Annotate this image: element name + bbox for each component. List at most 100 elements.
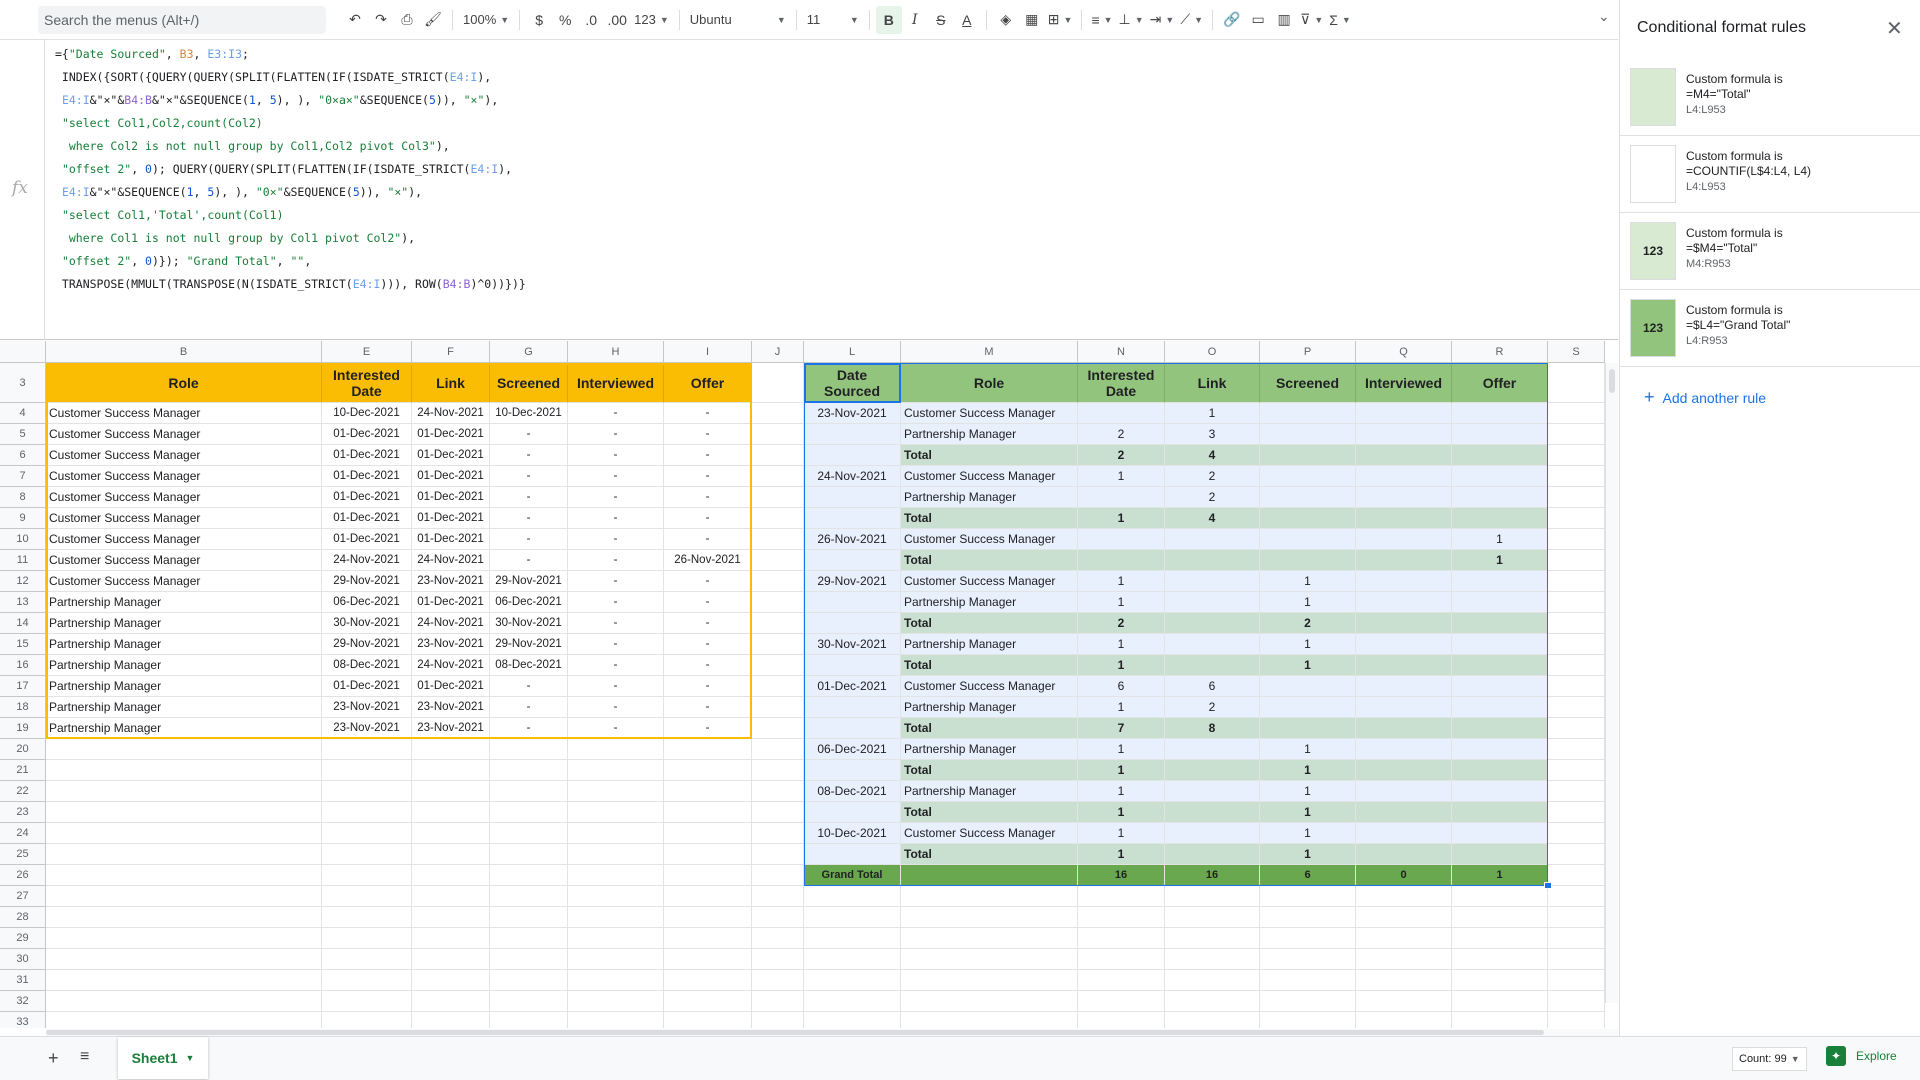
right-table-cell[interactable]: [1260, 445, 1356, 466]
right-table-cell[interactable]: [1356, 844, 1452, 865]
left-table-cell[interactable]: Partnership Manager: [46, 676, 322, 697]
left-table-cell[interactable]: -: [568, 571, 664, 592]
grid-cell[interactable]: [804, 991, 901, 1012]
right-table-cell[interactable]: 2: [1078, 445, 1165, 466]
left-table-cell[interactable]: 01-Dec-2021: [322, 424, 412, 445]
left-table-header[interactable]: Link: [412, 363, 490, 403]
left-table-header[interactable]: Offer: [664, 363, 752, 403]
left-table-cell[interactable]: -: [490, 697, 568, 718]
right-table-cell[interactable]: [1356, 508, 1452, 529]
grid-cell[interactable]: [901, 1012, 1078, 1028]
grid-cell[interactable]: [752, 508, 804, 529]
grid-cell[interactable]: [412, 865, 490, 886]
grid-cell[interactable]: [46, 949, 322, 970]
right-table-cell[interactable]: [1165, 613, 1260, 634]
left-table-header[interactable]: Screened: [490, 363, 568, 403]
grid-cell[interactable]: [1260, 949, 1356, 970]
left-table-cell[interactable]: 01-Dec-2021: [412, 508, 490, 529]
right-table-cell[interactable]: 1: [1078, 466, 1165, 487]
left-table-cell[interactable]: 24-Nov-2021: [412, 655, 490, 676]
right-table-cell[interactable]: 10-Dec-2021: [804, 823, 901, 844]
grid-cell[interactable]: [490, 865, 568, 886]
vertical-align-icon[interactable]: ⊥ ▼: [1116, 6, 1147, 34]
column-header-j[interactable]: J: [752, 341, 804, 363]
grid-cell[interactable]: [568, 907, 664, 928]
left-table-cell[interactable]: Partnership Manager: [46, 613, 322, 634]
grid-cell[interactable]: [568, 844, 664, 865]
grid-cell[interactable]: [1548, 508, 1605, 529]
grid-cell[interactable]: [1548, 466, 1605, 487]
explore-button[interactable]: ✦ Explore: [1826, 1046, 1897, 1066]
right-table-cell[interactable]: [804, 487, 901, 508]
grid-cell[interactable]: [1452, 970, 1548, 991]
left-table-cell[interactable]: Partnership Manager: [46, 718, 322, 739]
right-table-cell[interactable]: Total: [901, 718, 1078, 739]
row-header[interactable]: 30: [0, 949, 46, 970]
right-table-cell[interactable]: 6: [1165, 676, 1260, 697]
horizontal-align-icon[interactable]: ≡ ▼: [1088, 6, 1115, 34]
right-table-cell[interactable]: 1: [1260, 739, 1356, 760]
left-table-cell[interactable]: Customer Success Manager: [46, 529, 322, 550]
grid-cell[interactable]: [568, 1012, 664, 1028]
grid-cell[interactable]: [752, 363, 804, 403]
grid-cell[interactable]: [1548, 487, 1605, 508]
paint-format-icon[interactable]: 🖌: [420, 6, 446, 34]
grid-cell[interactable]: [46, 907, 322, 928]
right-table-cell[interactable]: [1356, 760, 1452, 781]
scrollbar-thumb[interactable]: [46, 1030, 1544, 1035]
row-header[interactable]: 17: [0, 676, 46, 697]
grid-cell[interactable]: [752, 466, 804, 487]
grid-cell[interactable]: [752, 676, 804, 697]
left-table-cell[interactable]: Customer Success Manager: [46, 403, 322, 424]
right-table-cell[interactable]: [1356, 613, 1452, 634]
right-table-cell[interactable]: 06-Dec-2021: [804, 739, 901, 760]
right-table-header[interactable]: Date Sourced: [804, 363, 901, 403]
grid-cell[interactable]: [46, 928, 322, 949]
grid-cell[interactable]: [664, 844, 752, 865]
grid-cell[interactable]: [901, 949, 1078, 970]
grid-cell[interactable]: [804, 907, 901, 928]
right-table-cell[interactable]: 1: [1078, 802, 1165, 823]
grid-cell[interactable]: [752, 949, 804, 970]
right-table-cell[interactable]: [1356, 445, 1452, 466]
grid-cell[interactable]: [412, 907, 490, 928]
zoom-select[interactable]: 100% ▼: [459, 6, 513, 34]
left-table-cell[interactable]: -: [568, 697, 664, 718]
grid-cell[interactable]: [752, 697, 804, 718]
grid-cell[interactable]: [1356, 949, 1452, 970]
column-header-r[interactable]: R: [1452, 341, 1548, 363]
right-table-header[interactable]: Link: [1165, 363, 1260, 403]
grid-cell[interactable]: [1356, 907, 1452, 928]
grid-cell[interactable]: [322, 739, 412, 760]
grid-cell[interactable]: [1548, 571, 1605, 592]
right-table-cell[interactable]: [804, 718, 901, 739]
left-table-cell[interactable]: Partnership Manager: [46, 697, 322, 718]
grid-cell[interactable]: [664, 823, 752, 844]
row-header[interactable]: 5: [0, 424, 46, 445]
right-table-cell[interactable]: [1165, 844, 1260, 865]
grid-cell[interactable]: [1548, 802, 1605, 823]
row-header[interactable]: 23: [0, 802, 46, 823]
left-table-cell[interactable]: Customer Success Manager: [46, 487, 322, 508]
column-header-i[interactable]: I: [664, 341, 752, 363]
right-table-cell[interactable]: Partnership Manager: [901, 634, 1078, 655]
right-table-cell[interactable]: [1356, 739, 1452, 760]
right-table-cell[interactable]: [1260, 508, 1356, 529]
right-table-cell[interactable]: 1: [1078, 592, 1165, 613]
left-table-cell[interactable]: Partnership Manager: [46, 592, 322, 613]
right-table-cell[interactable]: [804, 508, 901, 529]
grid-cell[interactable]: [752, 970, 804, 991]
right-table-cell[interactable]: [1078, 529, 1165, 550]
left-table-cell[interactable]: -: [568, 487, 664, 508]
grid-cell[interactable]: [1548, 928, 1605, 949]
right-table-cell[interactable]: [1356, 487, 1452, 508]
left-table-cell[interactable]: 23-Nov-2021: [412, 571, 490, 592]
grid-cell[interactable]: [752, 928, 804, 949]
grid-cell[interactable]: [1078, 907, 1165, 928]
left-table-cell[interactable]: -: [490, 529, 568, 550]
bold-button[interactable]: B: [875, 5, 902, 34]
grid-cell[interactable]: [901, 991, 1078, 1012]
grid-cell[interactable]: [322, 886, 412, 907]
grid-cell[interactable]: [1548, 676, 1605, 697]
right-table-cell[interactable]: [1452, 466, 1548, 487]
